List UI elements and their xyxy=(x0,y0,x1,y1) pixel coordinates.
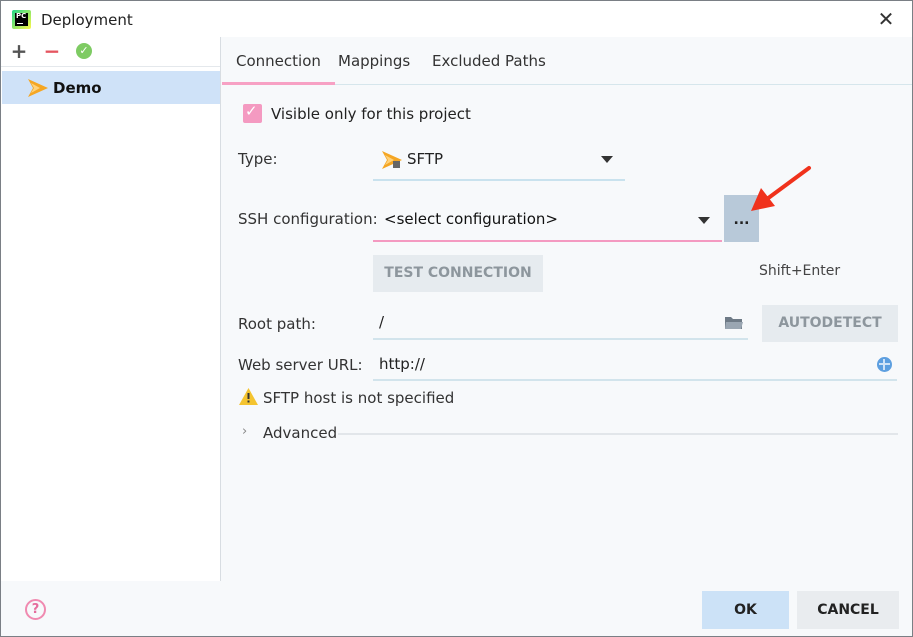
visible-only-label: Visible only for this project xyxy=(271,105,471,123)
cancel-button[interactable]: CANCEL xyxy=(797,591,899,629)
tab-connection[interactable]: Connection xyxy=(222,37,335,85)
tab-mappings[interactable]: Mappings xyxy=(324,37,424,85)
chevron-down-icon xyxy=(698,217,710,224)
help-icon[interactable]: ? xyxy=(25,599,46,620)
ssh-config-dropdown[interactable]: <select configuration> xyxy=(373,199,722,242)
plus-icon[interactable]: + xyxy=(8,40,30,62)
chevron-right-icon[interactable]: › xyxy=(242,424,247,439)
ssh-config-label: SSH configuration: xyxy=(238,210,378,228)
pycharm-logo-icon: PC xyxy=(12,10,31,29)
sftp-type-icon xyxy=(382,151,402,169)
deployment-dialog: PC Deployment ✕ + − ✓ Demo Connection Ma… xyxy=(0,0,913,637)
title-bar: PC Deployment ✕ xyxy=(1,1,912,37)
check-circle-icon[interactable]: ✓ xyxy=(73,40,95,62)
close-icon[interactable]: ✕ xyxy=(876,9,896,29)
server-item-label: Demo xyxy=(53,79,102,97)
server-item-demo[interactable]: Demo xyxy=(2,71,220,104)
autodetect-button[interactable]: AUTODETECT xyxy=(762,305,898,342)
minus-icon[interactable]: − xyxy=(41,40,63,62)
root-path-field[interactable] xyxy=(373,306,748,340)
tab-bar: Connection Mappings Excluded Paths xyxy=(222,37,912,85)
server-list-toolbar: + − ✓ xyxy=(1,37,220,67)
warning-icon xyxy=(239,388,258,405)
warning-text: SFTP host is not specified xyxy=(263,389,455,407)
server-list-panel: + − ✓ Demo xyxy=(1,37,221,581)
web-server-url-label: Web server URL: xyxy=(238,356,363,374)
ok-button[interactable]: OK xyxy=(702,591,789,629)
visible-only-checkbox[interactable]: ✓ xyxy=(243,102,262,123)
advanced-section-toggle[interactable]: Advanced xyxy=(263,424,337,442)
advanced-divider xyxy=(338,433,898,435)
window-title: Deployment xyxy=(41,11,133,29)
shortcut-hint: Shift+Enter xyxy=(759,263,841,279)
tab-excluded-paths[interactable]: Excluded Paths xyxy=(418,37,560,85)
ssh-config-value: <select configuration> xyxy=(384,210,558,228)
test-connection-button[interactable]: TEST CONNECTION xyxy=(373,255,543,292)
folder-icon[interactable] xyxy=(725,316,743,330)
web-server-url-field[interactable] xyxy=(373,348,897,381)
type-label: Type: xyxy=(238,150,278,168)
sftp-server-icon xyxy=(28,79,48,97)
root-path-input[interactable] xyxy=(373,306,748,338)
globe-icon[interactable] xyxy=(877,357,892,372)
type-dropdown[interactable]: SFTP xyxy=(373,139,625,181)
chevron-down-icon xyxy=(601,156,613,163)
type-value: SFTP xyxy=(407,150,444,168)
web-server-url-input[interactable] xyxy=(373,348,897,379)
root-path-label: Root path: xyxy=(238,315,316,333)
annotation-arrow-icon xyxy=(751,166,811,211)
